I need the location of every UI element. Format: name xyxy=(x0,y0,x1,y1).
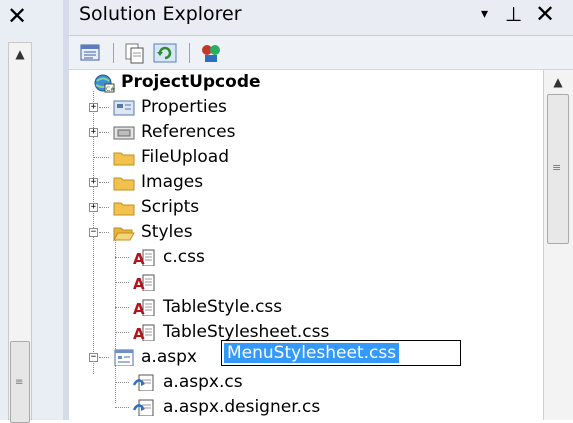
collapse-icon[interactable]: − xyxy=(89,228,98,237)
solution-tree: C# ProjectUpcode + Properties + Referenc… xyxy=(69,70,543,420)
csharp-code-file-icon xyxy=(133,374,154,391)
tree-item-label: ProjectUpcode xyxy=(121,72,261,92)
tree-item-label: TableStyle.css xyxy=(163,297,283,317)
expand-icon[interactable]: + xyxy=(89,103,98,112)
grip-icon: ≡ xyxy=(552,161,562,174)
window-position-dropdown-icon[interactable]: ▾ xyxy=(481,6,488,22)
tree-item-a-aspx-designer-cs[interactable]: a.aspx.designer.cs xyxy=(69,395,543,420)
tree-connector-line xyxy=(93,157,109,158)
toolbar-separator xyxy=(113,43,114,63)
tree-item-label: FileUpload xyxy=(141,147,230,167)
tree-item-label: Styles xyxy=(141,222,193,242)
tree-item-label: Properties xyxy=(141,97,227,117)
svg-text:A: A xyxy=(133,300,145,316)
tree-connector-line xyxy=(99,107,109,108)
scroll-up-arrow-icon[interactable]: ▲ xyxy=(9,43,31,65)
expand-icon[interactable]: + xyxy=(89,178,98,187)
tree-item-label: TableStylesheet.css xyxy=(163,322,330,342)
auto-hide-pin-icon[interactable]: ⊥ xyxy=(505,2,522,26)
svg-text:A: A xyxy=(133,275,145,291)
tree-connector-line xyxy=(99,182,109,183)
show-all-files-button[interactable] xyxy=(123,41,147,65)
tree-connector-line xyxy=(115,257,129,258)
refresh-button[interactable] xyxy=(153,41,177,65)
tree-item-tablestylesheet[interactable]: A TableStylesheet.css xyxy=(69,320,543,345)
tree-item-a-aspx-cs[interactable]: a.aspx.cs xyxy=(69,370,543,395)
references-icon xyxy=(113,126,135,140)
tree-item-properties[interactable]: + Properties xyxy=(69,95,543,120)
refresh-icon xyxy=(153,43,177,63)
close-icon[interactable]: ✕ xyxy=(535,0,555,28)
tree-item-label: References xyxy=(141,122,236,142)
tree-item-label: a.aspx.designer.cs xyxy=(163,397,321,417)
toolbar-separator xyxy=(189,43,190,63)
aspx-page-icon xyxy=(114,349,134,366)
tree-connector-line xyxy=(115,382,129,383)
css-file-icon: A xyxy=(133,274,155,291)
tree-connector-line xyxy=(115,282,129,283)
tree-connector-line xyxy=(115,407,129,408)
toolbar xyxy=(69,36,573,70)
css-file-icon: A xyxy=(133,249,155,266)
class-diagram-icon xyxy=(202,45,220,62)
folder-icon xyxy=(113,152,135,166)
tree-item-label: c.css xyxy=(163,247,205,267)
left-scrollbar[interactable]: ▲ ≡ xyxy=(8,42,32,423)
open-folder-icon xyxy=(113,227,135,242)
tree-item-tablestyle[interactable]: A TableStyle.css xyxy=(69,295,543,320)
folder-icon xyxy=(113,177,135,191)
class-diagram-button[interactable] xyxy=(199,41,223,65)
panel-title: Solution Explorer xyxy=(79,3,242,25)
solution-explorer-panel: Solution Explorer ▾ ⊥ ✕ C# ProjectUpcode… xyxy=(69,0,573,420)
tree-item-label: a.aspx xyxy=(141,347,197,367)
scroll-thumb[interactable]: ≡ xyxy=(10,341,30,423)
tree-item-fileupload[interactable]: FileUpload xyxy=(69,145,543,170)
tree-connector-line xyxy=(115,307,129,308)
tree-item-label: a.aspx.cs xyxy=(163,372,243,392)
css-file-icon: A xyxy=(133,324,155,341)
tree-item-label: Scripts xyxy=(141,197,200,217)
properties-icon xyxy=(80,44,100,61)
folder-icon xyxy=(113,202,135,216)
tree-item-c-css[interactable]: A c.css xyxy=(69,245,543,270)
svg-text:C#: C# xyxy=(106,86,115,93)
tree-connector-line xyxy=(99,232,109,233)
expand-icon[interactable]: + xyxy=(89,128,98,137)
scroll-up-arrow-icon[interactable]: ▲ xyxy=(544,72,572,92)
tree-item-references[interactable]: + References xyxy=(69,120,543,145)
tree-scrollbar[interactable]: ▲ ≡ xyxy=(543,70,573,420)
tree-item-images[interactable]: + Images xyxy=(69,170,543,195)
scroll-thumb[interactable]: ≡ xyxy=(547,94,569,244)
close-icon[interactable]: ✕ xyxy=(4,3,30,29)
tree-item-a-aspx[interactable]: − a.aspx xyxy=(69,345,543,370)
tree-connector-line xyxy=(99,207,109,208)
tree-item-scripts[interactable]: + Scripts xyxy=(69,195,543,220)
svg-text:A: A xyxy=(133,250,145,266)
csharp-code-file-icon xyxy=(133,399,154,416)
title-bar: Solution Explorer ▾ ⊥ ✕ xyxy=(69,0,573,36)
left-docked-pane: ✕ ▲ ≡ xyxy=(0,0,63,423)
properties-button[interactable] xyxy=(79,41,103,65)
grip-icon: ≡ xyxy=(15,377,24,388)
web-project-icon: C# xyxy=(94,74,115,93)
collapse-icon[interactable]: − xyxy=(89,353,98,362)
css-file-icon: A xyxy=(133,299,155,316)
expand-icon[interactable]: + xyxy=(89,203,98,212)
tree-connector-line xyxy=(99,132,109,133)
tree-connector-line xyxy=(115,332,129,333)
show-all-files-icon xyxy=(125,43,144,64)
tree-item-label: Images xyxy=(141,172,204,192)
tree-item-styles[interactable]: − Styles xyxy=(69,220,543,245)
properties-folder-icon xyxy=(113,100,135,116)
tree-connector-line xyxy=(99,357,109,358)
tree-item-menustylesheet[interactable]: A xyxy=(69,270,543,295)
tree-item-project[interactable]: C# ProjectUpcode xyxy=(69,70,543,95)
svg-text:A: A xyxy=(133,325,145,341)
